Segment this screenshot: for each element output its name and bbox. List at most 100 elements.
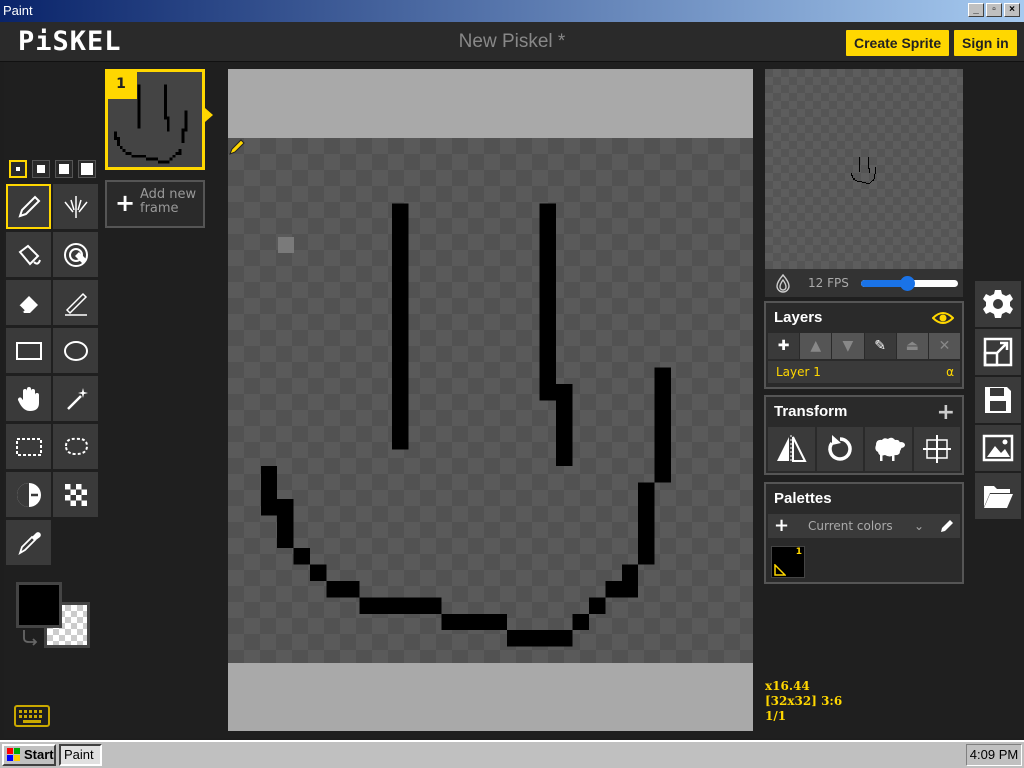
keyboard-icon[interactable]	[14, 704, 50, 728]
color-picker-tool[interactable]	[6, 520, 51, 565]
settings-button[interactable]	[975, 281, 1021, 327]
add-frame-button[interactable]: + Add new frame	[105, 180, 205, 228]
frame-thumbnail-image	[113, 84, 188, 164]
tools-panel	[4, 62, 100, 738]
palette-select[interactable]: Current colors	[808, 514, 893, 538]
taskbar-item-paint[interactable]: Paint	[59, 744, 102, 766]
fps-label: 12 FPS	[808, 276, 849, 290]
window-title: Paint	[3, 3, 33, 18]
pen-size-2[interactable]	[32, 160, 50, 178]
lasso-select-tool[interactable]	[53, 424, 98, 469]
sign-in-button[interactable]: Sign in	[954, 30, 1017, 56]
eyedropper-icon	[17, 531, 41, 555]
add-frame-label: Add new frame	[140, 187, 197, 216]
primary-marker-icon	[774, 564, 786, 576]
add-palette-icon[interactable]: +	[774, 514, 789, 538]
lasso-icon	[64, 437, 88, 455]
status-info: x16.44 [32x32] 3:6 1/1	[765, 679, 842, 724]
swap-colors-icon[interactable]	[20, 628, 40, 646]
close-button[interactable]: ×	[1004, 3, 1020, 17]
canvas-container	[228, 69, 753, 731]
hover-pixel-highlight	[278, 237, 294, 253]
paint-same-pixels-tool[interactable]	[53, 232, 98, 277]
shape-selection-tool[interactable]	[53, 376, 98, 421]
clone-button[interactable]	[865, 427, 912, 471]
transform-panel: Transform +	[764, 395, 964, 475]
window-titlebar: Paint _ ▫ ×	[0, 0, 1024, 22]
circle-icon	[63, 340, 88, 361]
add-layer-button[interactable]: ✚	[768, 333, 800, 359]
piskel-logo[interactable]: PiSKEL	[18, 26, 122, 57]
sheep-icon	[875, 437, 906, 461]
fps-slider[interactable]	[861, 276, 958, 291]
rectangle-tool[interactable]	[6, 328, 51, 373]
rotate-button[interactable]	[816, 427, 863, 471]
hand-icon	[17, 386, 39, 411]
minimize-button[interactable]: _	[968, 3, 984, 17]
drawing-area	[218, 62, 763, 738]
align-center-icon	[922, 435, 951, 463]
frames-panel: 1 + Add new frame	[100, 62, 218, 738]
animation-preview[interactable]	[765, 69, 963, 269]
fps-control: 12 FPS	[765, 269, 963, 297]
flip-button[interactable]	[768, 427, 815, 471]
resize-button[interactable]	[975, 329, 1021, 375]
fps-slider-knob[interactable]	[899, 276, 915, 291]
screen: Paint _ ▫ × PiSKEL New Piskel * Create S…	[0, 0, 1024, 768]
drawing-canvas[interactable]	[228, 138, 753, 663]
eraser-tool[interactable]	[6, 280, 51, 325]
folder-icon	[984, 486, 1013, 508]
stroke-tool[interactable]	[53, 280, 98, 325]
frame-thumbnail[interactable]: 1	[105, 69, 205, 170]
delete-layer-button[interactable]: ✕	[928, 333, 961, 359]
mirror-pen-icon	[63, 195, 88, 218]
system-clock: 4:09 PM	[966, 744, 1022, 766]
edit-layer-button[interactable]: ✎	[864, 333, 896, 359]
pen-size-1[interactable]	[9, 160, 27, 178]
layer-item[interactable]: Layer 1 α	[768, 361, 960, 383]
circle-tool[interactable]	[53, 328, 98, 373]
create-sprite-button[interactable]: Create Sprite	[846, 30, 950, 56]
dithering-icon	[64, 483, 87, 506]
expand-transform-icon[interactable]: +	[937, 400, 955, 425]
palette-color-swatch[interactable]: 1	[771, 546, 805, 578]
export-button[interactable]	[975, 425, 1021, 471]
frame-counter: 1/1	[765, 709, 787, 723]
paint-bucket-icon	[18, 244, 41, 265]
vertical-mirror-pen-tool[interactable]	[53, 184, 98, 229]
align-center-button[interactable]	[913, 427, 960, 471]
maximize-button[interactable]: ▫	[986, 3, 1002, 17]
lighten-tool[interactable]	[6, 472, 51, 517]
paint-bucket-tool[interactable]	[6, 232, 51, 277]
move-tool[interactable]	[6, 376, 51, 421]
eraser-icon	[17, 295, 38, 313]
lighten-icon	[16, 482, 41, 507]
resize-icon	[983, 337, 1013, 367]
right-panel: 12 FPS Layers ✚ ▲ ▼ ✎ ⏏ ✕ Layer 1 α Tran…	[763, 62, 970, 738]
selected-frame-arrow	[205, 108, 213, 122]
pen-size-4[interactable]	[78, 160, 96, 178]
eye-icon[interactable]	[932, 309, 954, 327]
stroke-icon	[64, 292, 87, 316]
import-button[interactable]	[975, 473, 1021, 519]
layer-alpha[interactable]: α	[946, 361, 954, 383]
primary-color-swatch[interactable]	[16, 582, 62, 628]
rectangle-select-tool[interactable]	[6, 424, 51, 469]
move-layer-down-button[interactable]: ▼	[832, 333, 864, 359]
save-button[interactable]	[975, 377, 1021, 423]
paint-same-pixels-icon	[63, 242, 88, 267]
onion-skin-icon[interactable]	[773, 273, 793, 293]
canvas-drawing	[260, 203, 671, 647]
app-header: PiSKEL New Piskel * Create Sprite Sign i…	[0, 22, 1024, 62]
gear-icon	[983, 290, 1013, 318]
start-button[interactable]: Start	[2, 744, 56, 766]
move-layer-up-button[interactable]: ▲	[800, 333, 832, 359]
chevron-down-icon[interactable]: ⌄	[914, 514, 924, 538]
edit-palette-icon[interactable]	[939, 518, 955, 534]
pen-tool[interactable]	[6, 184, 51, 229]
merge-layer-button[interactable]: ⏏	[896, 333, 928, 359]
floppy-disk-icon	[985, 387, 1011, 413]
pen-size-3[interactable]	[55, 160, 73, 178]
dithering-tool[interactable]	[53, 472, 98, 517]
layer-name: Layer 1	[776, 365, 821, 379]
